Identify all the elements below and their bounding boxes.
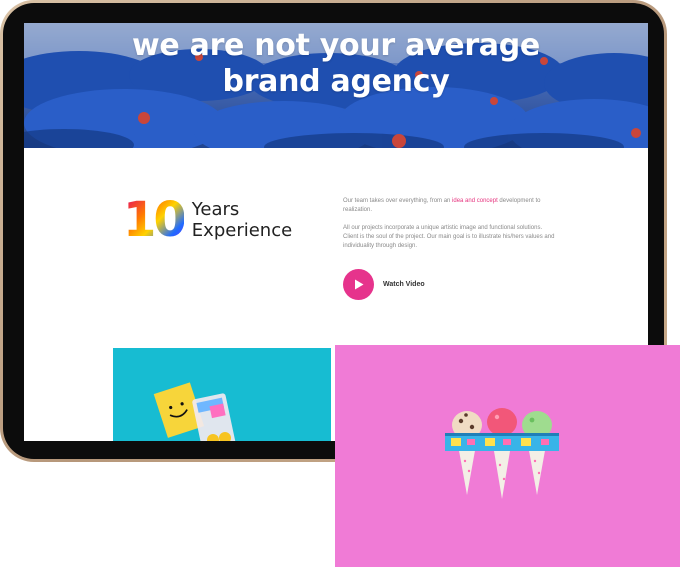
about-paragraph-1: Our team takes over everything, from an …: [343, 197, 558, 215]
about-para1-text-start: Our team takes over everything, from an: [343, 198, 453, 204]
about-description: Our team takes over everything, from an …: [343, 197, 558, 260]
hero-title-line-2: brand agency: [222, 64, 450, 99]
hero-title-line-1: we are not your average: [132, 28, 540, 63]
portfolio-card-pink[interactable]: [335, 345, 680, 567]
ice-cream-cones-image: [445, 408, 559, 499]
hero-banner: we are not your average brand agency: [24, 23, 648, 148]
years-number: 10: [123, 192, 187, 248]
years-experience-block: 10 Years Experience: [123, 195, 312, 245]
years-label-line-2: Experience: [191, 220, 293, 241]
watch-video-button[interactable]: Watch Video: [343, 269, 425, 300]
years-label: Years Experience: [192, 199, 312, 241]
years-label-line-1: Years: [191, 199, 240, 220]
candy-package-image: [153, 382, 236, 441]
play-button[interactable]: [343, 269, 374, 300]
hero-title: we are not your average brand agency: [24, 28, 648, 100]
play-icon: [354, 279, 363, 290]
idea-concept-link[interactable]: idea and concept: [452, 198, 498, 204]
about-paragraph-2: All our projects incorporate a unique ar…: [343, 225, 555, 249]
watch-video-label[interactable]: Watch Video: [383, 281, 425, 288]
portfolio-card-teal[interactable]: [113, 348, 331, 441]
